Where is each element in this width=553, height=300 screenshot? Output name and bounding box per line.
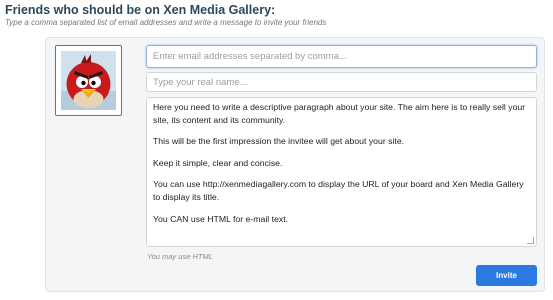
section-subtitle: Type a comma separated list of email add… [5,18,327,27]
avatar[interactable] [55,45,122,116]
message-textarea[interactable]: Here you need to write a descriptive par… [146,97,537,247]
message-paragraph: Keep it simple, clear and concise. [153,157,283,168]
html-hint: You may use HTML [147,252,213,261]
resize-handle-icon[interactable] [527,237,534,244]
section-title: Friends who should be on Xen Media Galle… [5,3,276,17]
message-paragraph: You can use http://xenmediagallery.com t… [153,179,524,202]
invite-button[interactable]: Invite [476,265,537,286]
message-paragraph: Here you need to write a descriptive par… [153,102,526,125]
email-field[interactable] [146,45,537,68]
angry-bird-avatar-icon [61,51,116,110]
real-name-field[interactable] [146,72,537,92]
message-paragraph: This will be the first impression the in… [153,136,405,147]
message-paragraph: You CAN use HTML for e-mail text. [153,213,289,224]
